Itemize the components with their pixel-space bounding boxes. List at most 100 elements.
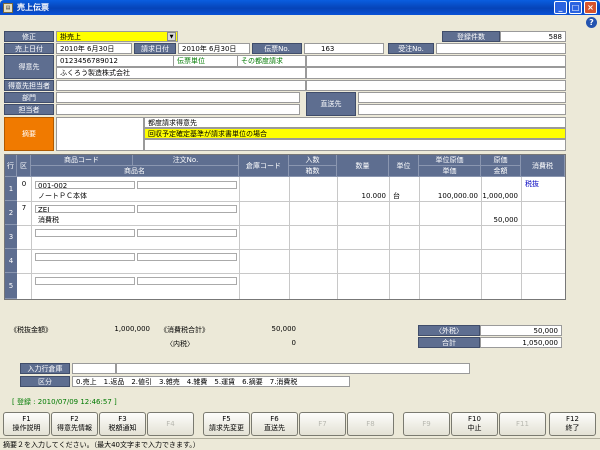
grid-line	[289, 177, 290, 299]
order-no-input[interactable]	[137, 205, 237, 213]
col-qty-in: 入数	[289, 155, 337, 166]
row-kubun[interactable]: 7	[17, 203, 31, 212]
row-unit[interactable]: 台	[393, 191, 419, 200]
order-no-field[interactable]	[436, 43, 566, 54]
sales-date-field[interactable]: 2010年 6月30日	[56, 43, 132, 54]
f11-button[interactable]: F11	[499, 412, 546, 436]
input-warehouse-field[interactable]	[72, 363, 116, 374]
outer-tax-value: 50,000	[480, 325, 562, 336]
row-name[interactable]: 消費税	[38, 215, 233, 224]
help-icon[interactable]: ?	[586, 17, 597, 28]
row-code[interactable]: ZEI	[38, 205, 133, 214]
f3-button[interactable]: F3 税額通知	[99, 412, 146, 436]
sales-date-label: 売上日付	[4, 43, 54, 54]
customer-person-field[interactable]	[56, 80, 306, 91]
f4-button[interactable]: F4	[147, 412, 194, 436]
code-input[interactable]	[35, 253, 135, 261]
close-button[interactable]: ×	[584, 1, 597, 14]
col-unit-price: 単価	[419, 166, 481, 177]
app-icon: ▤	[3, 2, 13, 13]
bill-date-label: 請求日付	[134, 43, 176, 54]
code-input[interactable]	[35, 229, 135, 237]
maximize-button[interactable]: □	[569, 1, 582, 14]
customer-name-field[interactable]: ふくろう製造株式会社	[56, 67, 306, 79]
row-amount[interactable]: 50,000	[481, 215, 521, 224]
detail-grid: 行 区 商品コード 注文No. 商品名 倉庫コード 入数 箱数 数量 単位 単位…	[4, 154, 566, 300]
input-warehouse-name	[116, 363, 470, 374]
fkey-key: F4	[166, 419, 175, 428]
memo-label: 摘要	[4, 117, 54, 151]
f5-button[interactable]: F5 請求先変更	[203, 412, 250, 436]
customer-unit: 伝票単位	[174, 55, 238, 67]
order-no-label: 受注No.	[388, 43, 434, 54]
direct-field[interactable]	[358, 92, 566, 103]
chevron-down-icon[interactable]: ▼	[167, 32, 176, 41]
f2-button[interactable]: F2 得意先情報	[51, 412, 98, 436]
grid-line	[389, 177, 390, 299]
col-amount: 金額	[481, 166, 521, 177]
row-amount[interactable]: 1,000,000	[481, 191, 521, 200]
memo-line2[interactable]: 回収予定確定基準が請求書単位の場合	[144, 128, 566, 139]
order-no-input[interactable]	[137, 181, 237, 189]
row-unit-price[interactable]: 100,000.00	[419, 191, 481, 200]
fkey-key: F12	[566, 415, 579, 423]
input-warehouse-label: 入力行倉庫	[20, 363, 70, 374]
row-name[interactable]: ノートＰＣ本体	[38, 191, 233, 200]
f9-button[interactable]: F9	[403, 412, 450, 436]
f8-button[interactable]: F8	[347, 412, 394, 436]
col-row: 行	[5, 155, 17, 177]
fkey-label: 税額通知	[108, 424, 137, 432]
memo-line1[interactable]: 都度請求得意先	[144, 117, 566, 128]
fkey-key: F10	[468, 415, 481, 423]
staff-label: 担当者	[4, 104, 54, 115]
f6-button[interactable]: F6 直送先	[251, 412, 298, 436]
status-bar: 摘要２を入力してください。（最大40文字まで入力できます。）	[0, 438, 600, 450]
registered-stamp: [ 登録 : 2010/07/09 12:46:57 ]	[12, 398, 117, 406]
kubun-legend-text: 0.売上 1.返品 2.値引 3.雑売 4.雑費 5.運賃 6.摘要 7.消費税	[72, 376, 350, 387]
f7-button[interactable]: F7	[299, 412, 346, 436]
row-kubun[interactable]: 0	[17, 179, 31, 188]
order-no-input[interactable]	[137, 229, 237, 237]
fkey-key: F7	[318, 419, 327, 428]
inner-tax-label: 〈内税〉	[166, 340, 194, 348]
grid-side	[566, 154, 596, 300]
dept-label: 部門	[4, 92, 54, 103]
pretax-value: 1,000,000	[114, 325, 150, 333]
mode-select[interactable]: 掛売上 ▼	[56, 31, 178, 42]
row-number: 1	[5, 177, 17, 201]
total-label: 合計	[418, 337, 480, 348]
customer-label: 得意先	[4, 55, 54, 79]
grid-line	[17, 273, 565, 274]
fkey-key: F6	[270, 415, 279, 423]
mode-value: 掛売上	[60, 32, 81, 41]
col-warehouse: 倉庫コード	[239, 155, 289, 177]
order-no-input[interactable]	[137, 253, 237, 261]
col-unit-cost: 単位原価	[419, 155, 481, 166]
minimize-button[interactable]: _	[554, 1, 567, 14]
fkey-key: F2	[70, 415, 79, 423]
slip-no-label: 伝票No.	[252, 43, 302, 54]
status-text: 摘要２を入力してください。（最大40文字まで入力できます。）	[3, 440, 200, 449]
f1-button[interactable]: F1 操作説明	[3, 412, 50, 436]
grid-line	[521, 177, 522, 299]
slip-no-field[interactable]: 163	[304, 43, 384, 54]
memo-line3[interactable]	[144, 139, 566, 151]
customer-person-extra	[306, 80, 566, 91]
code-input[interactable]	[35, 277, 135, 285]
order-no-input[interactable]	[137, 277, 237, 285]
bill-date-field[interactable]: 2010年 6月30日	[178, 43, 250, 54]
f10-button[interactable]: F10 中止	[451, 412, 498, 436]
customer-code-field[interactable]: 0123456789012	[56, 55, 174, 67]
row-tax: 税抜	[525, 179, 539, 188]
staff-field[interactable]	[56, 104, 300, 115]
row-code[interactable]: 001-002	[38, 181, 133, 190]
dept-field[interactable]	[56, 92, 300, 103]
inner-tax-value: 0	[291, 339, 296, 347]
fkey-key: F9	[422, 419, 431, 428]
grid-line	[239, 177, 240, 299]
row-qty[interactable]: 10.000	[337, 191, 389, 200]
f12-button[interactable]: F12 終了	[549, 412, 596, 436]
fkey-label: 終了	[565, 424, 580, 432]
window-title: 売上伝票	[17, 3, 49, 12]
fkey-label: 得意先情報	[57, 424, 92, 432]
